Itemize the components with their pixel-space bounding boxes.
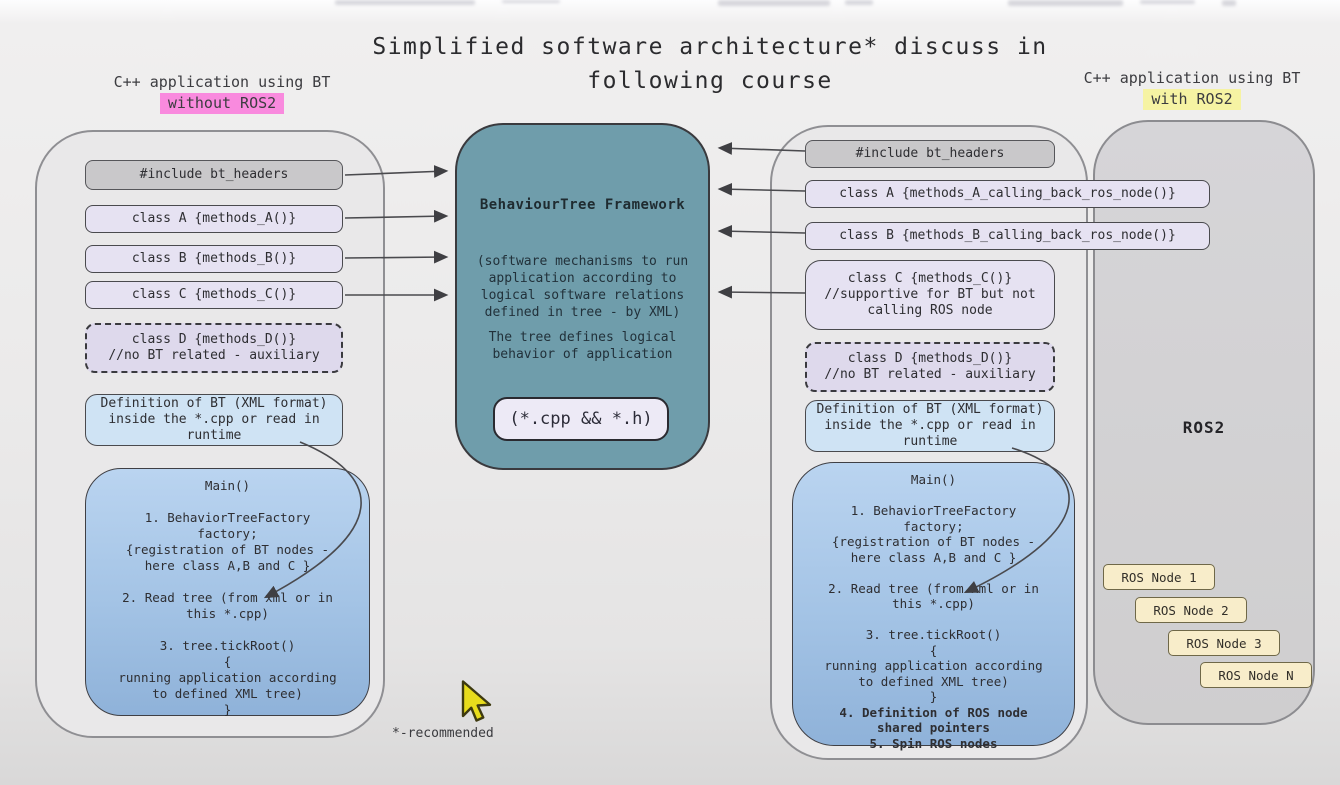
ros2-panel-title: ROS2 xyxy=(1095,418,1313,437)
slide-title: Simplified software architecture* discus… xyxy=(330,30,1090,98)
diagram-slide: { "title": "Simplified software architec… xyxy=(0,0,1340,785)
left-header-line: C++ application using BT xyxy=(62,72,382,93)
top-edge-artifact xyxy=(502,0,560,3)
ros-node-3: ROS Node 3 xyxy=(1168,630,1280,656)
right-include-box: #include bt_headers xyxy=(805,140,1055,168)
cpp-h-files-box: (*.cpp && *.h) xyxy=(493,397,669,441)
right-class-b-box: class B {methods_B_calling_back_ros_node… xyxy=(805,222,1210,250)
left-header-highlight: without ROS2 xyxy=(160,93,284,114)
framework-title: BehaviourTree Framework xyxy=(457,197,708,213)
right-main-text: Main() 1. BehaviorTreeFactory factory; {… xyxy=(793,472,1074,705)
left-class-b-box: class B {methods_B()} xyxy=(85,245,343,273)
right-class-d-box: class D {methods_D()} //no BT related - … xyxy=(805,342,1055,392)
ros-node-1: ROS Node 1 xyxy=(1103,564,1215,590)
top-edge-artifact xyxy=(1222,0,1236,6)
left-include-box: #include bt_headers xyxy=(85,160,343,190)
left-class-d-box: class D {methods_D()} //no BT related - … xyxy=(85,323,343,373)
framework-description: (software mechanisms to run application … xyxy=(457,253,708,321)
right-main-text-bold: 4. Definition of ROS node shared pointer… xyxy=(793,705,1074,752)
right-bt-definition-box: Definition of BT (XML format) inside the… xyxy=(805,400,1055,452)
mouse-cursor-icon xyxy=(460,680,496,722)
right-column-header: C++ application using BT with ROS2 xyxy=(1042,68,1340,110)
ros-node-2: ROS Node 2 xyxy=(1135,597,1247,623)
top-edge-artifact xyxy=(335,0,475,5)
behaviourtree-framework-box: BehaviourTree Framework (software mechan… xyxy=(455,123,710,470)
left-main-text: Main() 1. BehaviorTreeFactory factory; {… xyxy=(86,478,369,718)
right-main-box: Main() 1. BehaviorTreeFactory factory; {… xyxy=(792,462,1075,746)
right-class-c-box: class C {methods_C()} //supportive for B… xyxy=(805,260,1055,330)
recommended-footnote: *-recommended xyxy=(392,726,522,741)
right-class-a-box: class A {methods_A_calling_back_ros_node… xyxy=(805,180,1210,208)
right-header-highlight: with ROS2 xyxy=(1143,89,1240,110)
left-class-a-box: class A {methods_A()} xyxy=(85,205,343,233)
left-column-header: C++ application using BT without ROS2 xyxy=(62,72,382,114)
left-bt-definition-box: Definition of BT (XML format) inside the… xyxy=(85,394,343,446)
framework-description-2: The tree defines logical behavior of app… xyxy=(457,329,708,363)
top-edge-artifact xyxy=(718,0,830,6)
right-header-line: C++ application using BT xyxy=(1042,68,1340,89)
left-main-box: Main() 1. BehaviorTreeFactory factory; {… xyxy=(85,468,370,716)
top-edge-artifact xyxy=(1140,0,1195,4)
left-class-c-box: class C {methods_C()} xyxy=(85,281,343,309)
top-edge-artifact xyxy=(1008,0,1123,6)
top-edge-artifact xyxy=(845,0,873,5)
ros-node-n: ROS Node N xyxy=(1200,662,1312,688)
